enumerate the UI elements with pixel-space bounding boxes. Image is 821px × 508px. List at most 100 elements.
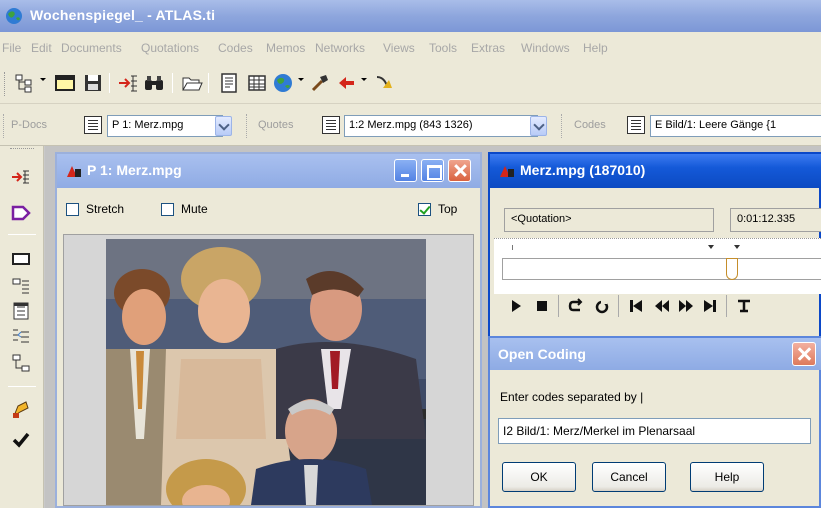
rewind-icon[interactable]	[654, 298, 670, 314]
quotes-dropdown-icon[interactable]	[530, 116, 547, 136]
left-toolbar-separator	[8, 386, 36, 387]
menu-networks[interactable]: Networks	[315, 41, 365, 55]
cancel-button[interactable]: Cancel	[592, 462, 666, 492]
quotation-box-icon[interactable]	[10, 248, 32, 270]
loop-icon[interactable]	[568, 298, 584, 314]
go-to-end-icon[interactable]	[702, 298, 718, 314]
stretch-label: Stretch	[86, 202, 125, 216]
timeline-tick	[512, 245, 513, 250]
menu-edit[interactable]: Edit	[31, 41, 52, 55]
pdocs-dropdown-icon[interactable]	[215, 116, 232, 136]
merz-window-titlebar[interactable]: Merz.mpg (187010)	[490, 154, 821, 188]
stop-icon[interactable]	[534, 298, 550, 314]
atlas-document-icon	[67, 166, 81, 177]
open-coding-close-button[interactable]	[792, 342, 816, 366]
menu-views[interactable]: Views	[383, 41, 415, 55]
menu-codes[interactable]: Codes	[218, 41, 253, 55]
left-toolbar-separator	[8, 234, 36, 235]
back-dropdown-icon[interactable]	[361, 78, 367, 81]
memo-pen-icon[interactable]	[10, 398, 32, 420]
p1-media-window: P 1: Merz.mpg Stretch Mute Top	[55, 152, 482, 508]
back-arrow-icon[interactable]	[336, 72, 358, 94]
menu-windows[interactable]: Windows	[521, 41, 570, 55]
hierarchy-dropdown-icon[interactable]	[40, 78, 46, 81]
selector-separator	[246, 114, 249, 138]
checkmark-icon[interactable]	[10, 428, 32, 450]
open-coding-prompt: Enter codes separated by |	[500, 390, 644, 404]
menu-memos[interactable]: Memos	[266, 41, 305, 55]
menu-bar: File Edit Documents Quotations Codes Mem…	[0, 32, 821, 64]
app-titlebar[interactable]: Wochenspiegel_ - ATLAS.ti	[0, 0, 821, 32]
go-to-start-icon[interactable]	[628, 298, 644, 314]
time-field[interactable]: 0:01:12.335	[730, 208, 821, 232]
binoculars-icon[interactable]	[143, 72, 165, 94]
main-toolbar	[0, 64, 821, 104]
atlas-document-icon	[500, 166, 514, 177]
help-button[interactable]: Help	[690, 462, 764, 492]
document-manager-icon[interactable]	[218, 72, 240, 94]
code-hierarchy-icon[interactable]	[10, 326, 32, 348]
code-by-list-icon[interactable]	[10, 300, 32, 322]
play-icon[interactable]	[508, 298, 524, 314]
toolbar-separator	[208, 73, 209, 93]
stretch-checkbox[interactable]	[66, 203, 79, 216]
menu-quotations[interactable]: Quotations	[141, 41, 199, 55]
merz-window-title: Merz.mpg (187010)	[520, 162, 646, 178]
hammer-icon[interactable]	[309, 72, 331, 94]
menu-tools[interactable]: Tools	[429, 41, 457, 55]
pdocs-select[interactable]: P 1: Merz.mpg	[107, 115, 223, 137]
p1-minimize-button[interactable]	[394, 159, 417, 182]
selection-start-marker[interactable]	[708, 245, 714, 249]
quotes-label: Quotes	[258, 119, 294, 131]
timeline-track[interactable]	[502, 258, 821, 280]
mark-selection-icon[interactable]	[736, 298, 752, 314]
menu-documents[interactable]: Documents	[61, 41, 122, 55]
quote-document-icon[interactable]	[322, 116, 340, 134]
table-icon[interactable]	[246, 72, 268, 94]
globe-dropdown-icon[interactable]	[298, 78, 304, 81]
selector-grip[interactable]	[3, 114, 6, 138]
code-document-icon[interactable]	[627, 116, 645, 134]
code-input[interactable]: I2 Bild/1: Merz/Merkel im Plenarsaal	[498, 418, 811, 444]
top-checkbox[interactable]	[418, 203, 431, 216]
controls-separator	[558, 295, 559, 317]
top-label: Top	[438, 202, 458, 216]
selection-end-marker[interactable]	[734, 245, 740, 249]
replay-icon[interactable]	[594, 298, 610, 314]
open-coding-icon[interactable]	[10, 166, 32, 188]
video-frame[interactable]	[106, 239, 426, 505]
codes-select[interactable]: E Bild/1: Leere Gänge {1	[650, 115, 821, 137]
controls-separator	[618, 295, 619, 317]
ok-button[interactable]: OK	[502, 462, 576, 492]
menu-file[interactable]: File	[2, 41, 21, 55]
code-in-vivo-icon[interactable]	[10, 274, 32, 296]
menu-help[interactable]: Help	[583, 41, 608, 55]
p1-window-title: P 1: Merz.mpg	[87, 162, 182, 178]
fast-forward-icon[interactable]	[678, 298, 694, 314]
window-icon[interactable]	[54, 72, 76, 94]
left-toolbar-grip[interactable]	[10, 148, 34, 151]
controls-separator	[726, 295, 727, 317]
link-codes-icon[interactable]	[10, 352, 32, 374]
code-list-icon[interactable]	[117, 72, 139, 94]
app-title: Wochenspiegel_ - ATLAS.ti	[30, 7, 216, 23]
open-folder-icon[interactable]	[181, 72, 203, 94]
open-coding-title: Open Coding	[498, 346, 586, 362]
jump-arrow-icon[interactable]	[374, 72, 396, 94]
p1-close-button[interactable]	[448, 159, 471, 182]
globe-icon[interactable]	[272, 72, 294, 94]
p1-window-titlebar[interactable]: P 1: Merz.mpg	[57, 154, 480, 188]
pdoc-document-icon[interactable]	[84, 116, 102, 134]
mute-checkbox[interactable]	[161, 203, 174, 216]
toolbar-grip[interactable]	[4, 72, 7, 96]
hierarchy-icon[interactable]	[14, 72, 36, 94]
quotation-field[interactable]: <Quotation>	[504, 208, 714, 232]
menu-extras[interactable]: Extras	[471, 41, 505, 55]
p1-maximize-button[interactable]	[421, 159, 444, 182]
playhead-thumb[interactable]	[726, 258, 738, 280]
quotes-select[interactable]: 1:2 Merz.mpg (843 1326)	[344, 115, 538, 137]
code-tag-icon[interactable]	[10, 202, 32, 224]
open-coding-titlebar[interactable]: Open Coding	[490, 338, 821, 370]
save-icon[interactable]	[82, 72, 104, 94]
video-area	[63, 234, 474, 506]
